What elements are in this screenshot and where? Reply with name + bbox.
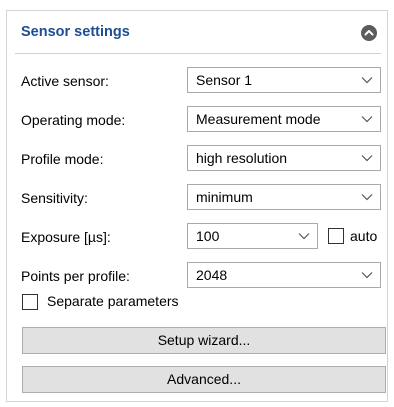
points-per-profile-value: 2048 [196, 267, 228, 283]
header-divider [15, 53, 381, 54]
operating-mode-label: Operating mode: [21, 112, 126, 128]
profile-mode-label: Profile mode: [21, 151, 104, 167]
separate-parameters-checkbox[interactable] [22, 294, 38, 310]
exposure-auto-checkbox[interactable] [328, 228, 344, 244]
sensitivity-label: Sensitivity: [21, 190, 88, 206]
advanced-button[interactable]: Advanced... [22, 366, 386, 393]
profile-mode-dropdown[interactable]: high resolution [187, 145, 381, 171]
setup-wizard-button[interactable]: Setup wizard... [22, 327, 386, 354]
panel-header[interactable]: Sensor settings [7, 11, 387, 53]
sensitivity-dropdown[interactable]: minimum [187, 184, 381, 210]
operating-mode-dropdown[interactable]: Measurement mode [187, 106, 381, 132]
panel-title: Sensor settings [21, 24, 130, 40]
profile-mode-value: high resolution [196, 150, 288, 166]
active-sensor-value: Sensor 1 [196, 72, 253, 88]
chevron-down-icon [361, 77, 373, 84]
separate-parameters-label[interactable]: Separate parameters [47, 293, 179, 309]
exposure-dropdown[interactable]: 100 [187, 223, 318, 249]
sensor-settings-panel: Sensor settings Active sensor: Sensor 1 … [6, 10, 388, 402]
exposure-auto-label[interactable]: auto [350, 228, 377, 244]
exposure-value: 100 [196, 228, 220, 244]
exposure-label: Exposure [µs]: [21, 229, 111, 245]
chevron-down-icon [361, 272, 373, 279]
chevron-down-icon [361, 155, 373, 162]
chevron-down-icon [361, 116, 373, 123]
active-sensor-label: Active sensor: [21, 73, 109, 89]
collapse-icon[interactable] [361, 25, 377, 41]
operating-mode-value: Measurement mode [196, 111, 321, 127]
sensitivity-value: minimum [196, 189, 253, 205]
active-sensor-dropdown[interactable]: Sensor 1 [187, 67, 381, 93]
chevron-down-icon [298, 233, 310, 240]
points-per-profile-label: Points per profile: [21, 268, 130, 284]
points-per-profile-dropdown[interactable]: 2048 [187, 262, 381, 288]
chevron-down-icon [361, 194, 373, 201]
